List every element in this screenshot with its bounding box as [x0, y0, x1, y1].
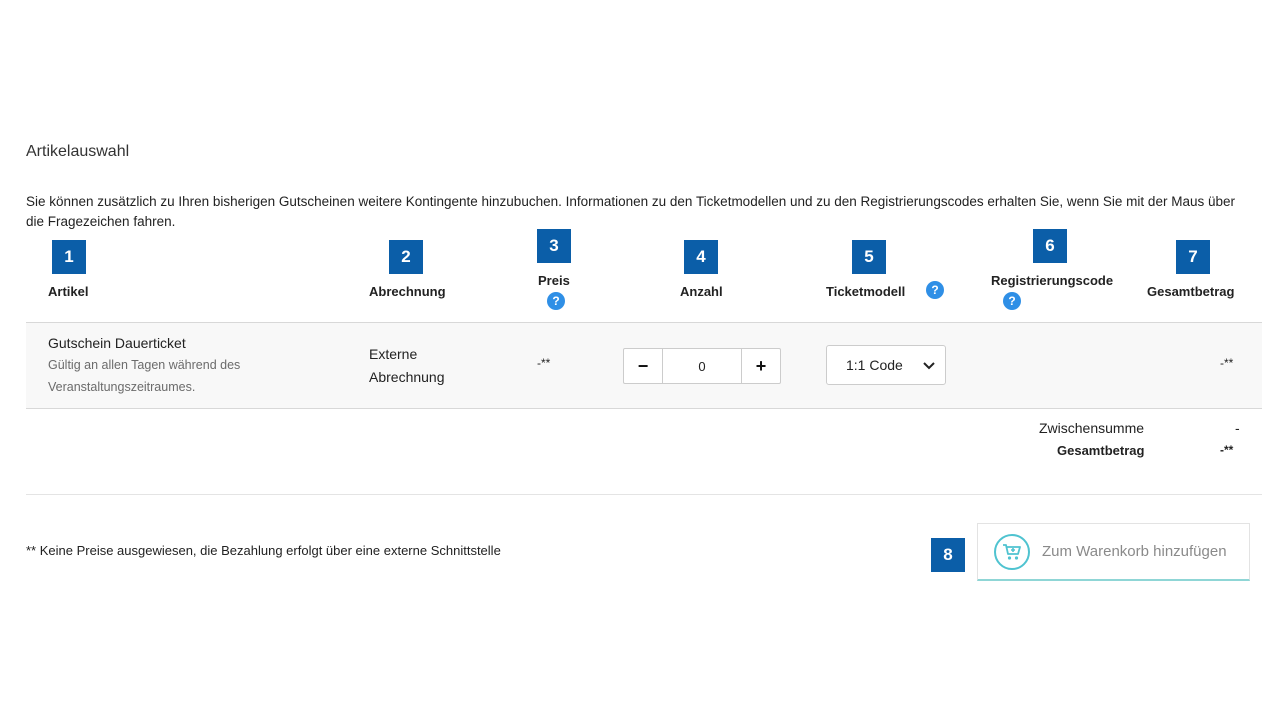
- badge-7: 7: [1176, 240, 1210, 274]
- badge-2: 2: [389, 240, 423, 274]
- total-label: Gesamtbetrag: [1057, 443, 1145, 458]
- table-row-divider: [26, 408, 1262, 409]
- header-anzahl: Anzahl: [680, 284, 723, 299]
- badge-1: 1: [52, 240, 86, 274]
- badge-3: 3: [537, 229, 571, 263]
- help-icon-ticketmodell[interactable]: ?: [926, 281, 944, 299]
- badge-4: 4: [684, 240, 718, 274]
- header-artikel: Artikel: [48, 284, 89, 299]
- header-gesamtbetrag: Gesamtbetrag: [1147, 284, 1235, 299]
- article-name: Gutschein Dauerticket: [48, 335, 186, 351]
- header-preis: Preis: [538, 273, 570, 288]
- add-to-cart-label: Zum Warenkorb hinzufügen: [1042, 543, 1227, 560]
- subtotal-label: Zwischensumme: [1039, 420, 1145, 436]
- badge-6: 6: [1033, 229, 1067, 263]
- section-title: Artikelauswahl: [26, 143, 130, 160]
- abrechnung-line2: Abrechnung: [369, 369, 445, 385]
- quantity-stepper: − 0 +: [623, 348, 781, 384]
- section-divider: [26, 494, 1262, 495]
- intro-text: Sie können zusätzlich zu Ihren bisherige…: [26, 194, 1235, 229]
- row-total-value: -**: [1220, 356, 1234, 370]
- ticketmodell-select[interactable]: 1:1 Code: [826, 345, 946, 385]
- badge-8: 8: [931, 538, 965, 572]
- badge-5: 5: [852, 240, 886, 274]
- cart-icon: [994, 533, 1030, 570]
- help-icon-preis[interactable]: ?: [547, 292, 565, 310]
- subtotal-value: -: [1235, 420, 1240, 436]
- chevron-down-icon: [923, 357, 935, 373]
- total-value: -**: [1220, 443, 1234, 457]
- article-description-line2: Veranstaltungszeitraumes.: [48, 380, 196, 394]
- header-ticketmodell: Ticketmodell: [826, 284, 906, 299]
- increment-button[interactable]: +: [741, 349, 780, 383]
- ticketmodell-selected-value: 1:1 Code: [846, 357, 903, 373]
- footnote: ** Keine Preise ausgewiesen, die Bezahlu…: [26, 543, 501, 558]
- abrechnung-line1: Externe: [369, 346, 418, 362]
- add-to-cart-button[interactable]: Zum Warenkorb hinzufügen: [977, 523, 1250, 581]
- price-value: -**: [537, 356, 551, 370]
- header-registrierungscode: Registrierungscode: [991, 273, 1114, 288]
- header-abrechnung: Abrechnung: [369, 284, 446, 299]
- article-description-line1: Gültig an allen Tagen während des: [48, 358, 241, 372]
- quantity-input[interactable]: 0: [663, 349, 741, 383]
- decrement-button[interactable]: −: [624, 349, 663, 383]
- help-icon-registrierungscode[interactable]: ?: [1003, 292, 1021, 310]
